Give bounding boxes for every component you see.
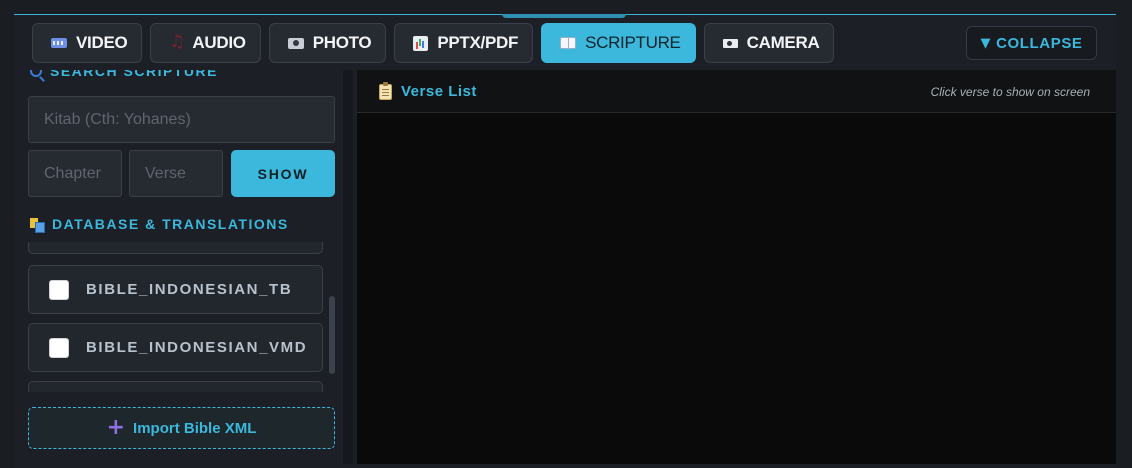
import-bible-xml-button[interactable]: + Import Bible XML (28, 407, 335, 449)
camera-photo-icon (287, 37, 304, 49)
tab-camera-label: CAMERA (746, 33, 820, 52)
book-input[interactable]: Kitab (Cth: Yohanes) (28, 96, 335, 143)
translation-item[interactable]: BIBLE_INDONESIAN_VMD (28, 323, 323, 372)
video-camera-icon (722, 38, 738, 48)
tab-pptx-pdf[interactable]: PPTX/PDF (394, 23, 534, 63)
book-input-placeholder: Kitab (Cth: Yohanes) (44, 110, 191, 128)
translation-list-scrollbar[interactable] (329, 296, 335, 374)
verse-list-title: Verse List (401, 83, 477, 100)
database-title: DATABASE & TRANSLATIONS (52, 216, 289, 232)
book-icon (560, 37, 577, 49)
verse-list-panel: Verse List Click verse to show on screen (357, 70, 1116, 464)
translation-item-partial[interactable] (28, 381, 323, 392)
collapse-arrow-icon: ▼ (980, 35, 992, 51)
tab-audio[interactable]: AUDIO (150, 23, 261, 63)
database-icon (30, 217, 45, 233)
import-label: Import Bible XML (133, 419, 257, 437)
search-icon (30, 70, 42, 77)
chapter-input[interactable]: Chapter (28, 150, 122, 197)
chapter-input-placeholder: Chapter (44, 164, 101, 182)
translation-name: BIBLE_INDONESIAN_TB (86, 281, 293, 298)
tab-video-label: VIDEO (76, 33, 128, 52)
tab-scripture-label: SCRIPTURE (585, 33, 681, 52)
top-drag-handle[interactable] (502, 14, 626, 18)
verse-input-placeholder: Verse (145, 164, 186, 182)
verse-list-header: Verse List Click verse to show on screen (357, 70, 1116, 113)
tab-scripture[interactable]: SCRIPTURE (541, 23, 696, 63)
tab-camera[interactable]: CAMERA (703, 23, 835, 63)
translation-name: BIBLE_INDONESIAN_VMD (86, 339, 308, 356)
tab-audio-label: AUDIO (192, 33, 246, 52)
chart-icon (413, 35, 429, 51)
scripture-sidebar: SEARCH SCRIPTURE Kitab (Cth: Yohanes) Ch… (14, 70, 353, 464)
search-scripture-title: SEARCH SCRIPTURE (50, 70, 218, 79)
media-tabs: VIDEO AUDIO PHOTO PPTX/PDF SCRIPTURE CAM… (32, 23, 835, 63)
music-note-icon (169, 32, 184, 52)
tab-video[interactable]: VIDEO (32, 23, 143, 63)
verse-list-heading: Verse List (379, 81, 477, 100)
collapse-label: COLLAPSE (996, 34, 1083, 52)
sidebar-scrollbar[interactable] (343, 70, 353, 464)
verse-list-hint: Click verse to show on screen (930, 85, 1090, 99)
translation-checkbox[interactable] (49, 279, 69, 300)
tab-photo-label: PHOTO (312, 33, 372, 52)
collapse-button[interactable]: ▼ COLLAPSE (966, 26, 1097, 60)
translation-item[interactable]: BIBLE_INDONESIAN_TB (28, 265, 323, 314)
search-scripture-heading: SEARCH SCRIPTURE (30, 70, 218, 79)
translation-list[interactable]: BIBLE_INDONESIAN_TB BIBLE_INDONESIAN_VMD (14, 242, 353, 392)
tab-photo[interactable]: PHOTO (268, 23, 387, 63)
tab-pptx-pdf-label: PPTX/PDF (437, 33, 519, 52)
show-button[interactable]: SHOW (231, 150, 335, 197)
translation-checkbox[interactable] (49, 337, 69, 358)
plus-icon: + (106, 415, 126, 440)
database-heading: DATABASE & TRANSLATIONS (30, 216, 289, 233)
translation-item-hidden[interactable] (28, 242, 323, 254)
video-icon (51, 38, 67, 48)
verse-input[interactable]: Verse (129, 150, 223, 197)
clipboard-icon (379, 81, 392, 100)
